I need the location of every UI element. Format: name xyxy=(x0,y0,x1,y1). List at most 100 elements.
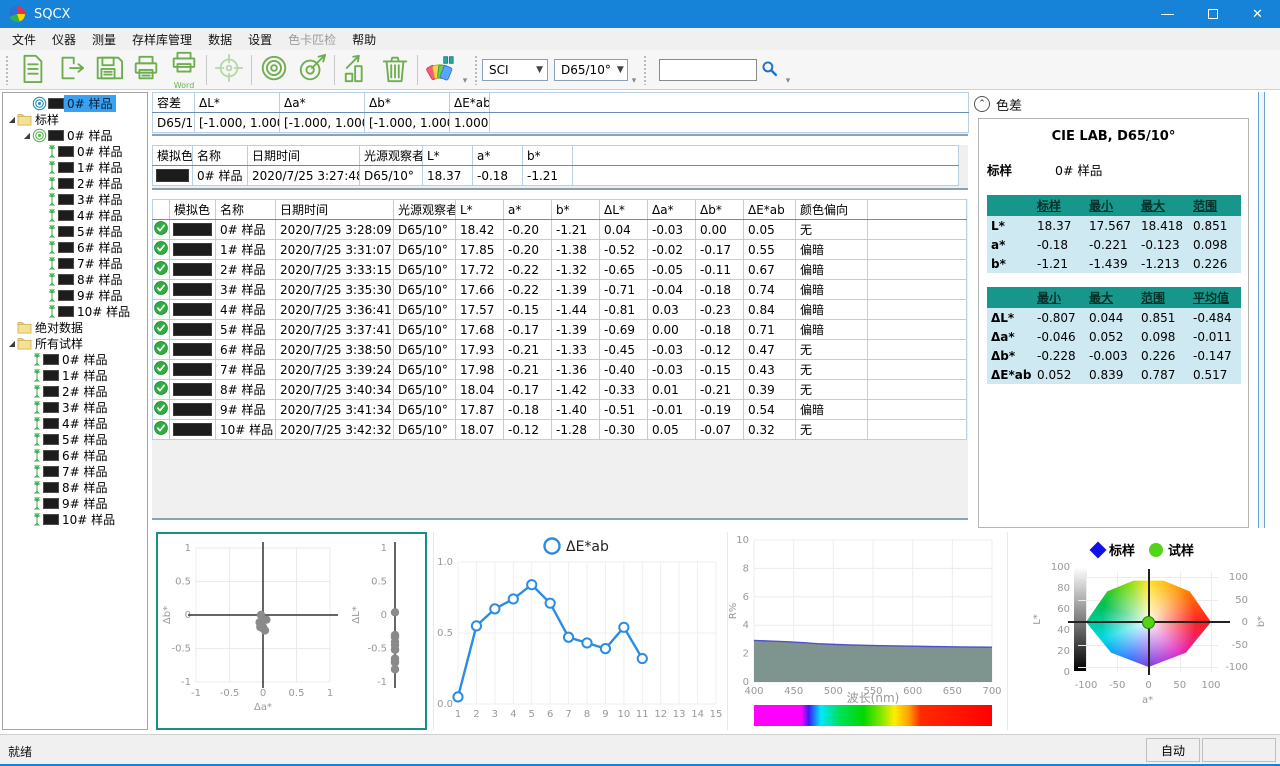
maximize-button[interactable] xyxy=(1190,0,1235,28)
tree-item-22-6# 样品[interactable]: 6# 样品 xyxy=(3,447,147,463)
column-header-blank[interactable] xyxy=(490,93,969,113)
menu-item-存样库管理[interactable]: 存样库管理 xyxy=(124,29,200,50)
table-row[interactable]: 0# 样品2020/7/25 3:28:09D65/10°18.42-0.20-… xyxy=(153,220,967,240)
table-row[interactable]: 7# 样品2020/7/25 3:39:24D65/10°17.98-0.21-… xyxy=(153,360,967,380)
close-button[interactable]: ✕ xyxy=(1235,0,1280,28)
toolbar-overflow-button[interactable]: ▾ xyxy=(782,76,794,86)
column-header-ΔL*[interactable]: ΔL* xyxy=(600,200,648,220)
table-row[interactable]: 8# 样品2020/7/25 3:40:34D65/10°18.04-0.17-… xyxy=(153,380,967,400)
column-header-ΔE*ab[interactable]: ΔE*ab xyxy=(744,200,796,220)
status-auto-cell[interactable]: 自动 xyxy=(1146,738,1200,762)
delta-e-chart-panel[interactable]: 1234567891011121314150.00.51.0ΔE*ab xyxy=(433,532,725,730)
tree-item-10-7# 样品[interactable]: 7# 样品 xyxy=(3,255,147,271)
column-header-Δb*[interactable]: Δb* xyxy=(696,200,744,220)
column-header-ΔE*ab[interactable]: ΔE*ab xyxy=(450,93,490,113)
menu-item-仪器[interactable]: 仪器 xyxy=(44,29,84,50)
table-row[interactable]: 5# 样品2020/7/25 3:37:41D65/10°17.68-0.17-… xyxy=(153,320,967,340)
measure-standard-button[interactable] xyxy=(255,51,293,89)
tree-item-25-9# 样品[interactable]: 9# 样品 xyxy=(3,495,147,511)
table-row[interactable]: D65/10°[-1.000, 1.000][-1.000, 1.000][-1… xyxy=(153,113,969,133)
tree-item-0-0# 样品[interactable]: 0# 样品 xyxy=(3,95,147,111)
column-header-Δb*[interactable]: Δb* xyxy=(365,93,450,113)
table-row[interactable]: 3# 样品2020/7/25 3:35:30D65/10°17.66-0.22-… xyxy=(153,280,967,300)
column-header-a*[interactable]: a* xyxy=(473,146,523,166)
minimize-button[interactable]: ― xyxy=(1145,0,1190,28)
toolbar-drag-handle[interactable] xyxy=(474,55,479,85)
tree-item-11-8# 样品[interactable]: 8# 样品 xyxy=(3,271,147,287)
column-header-模拟色[interactable]: 模拟色 xyxy=(170,200,216,220)
lab-gamut-chart-panel[interactable]: 标样试样100806040200L*-100-50050100a*100500-… xyxy=(1007,532,1278,730)
tree-item-14-绝对数据[interactable]: 绝对数据 xyxy=(3,319,147,335)
menu-item-测量[interactable]: 测量 xyxy=(84,29,124,50)
tree-expand-arrow[interactable]: ◢ xyxy=(22,131,32,140)
collapse-panel-button[interactable]: ⌃ xyxy=(974,96,990,112)
menu-item-帮助[interactable]: 帮助 xyxy=(344,29,384,50)
spectral-chart-panel[interactable]: 0246810400450500550600650700R%波长(nm) xyxy=(727,532,1005,730)
column-header-容差[interactable]: 容差 xyxy=(153,93,195,113)
menu-item-色卡匹检[interactable]: 色卡匹检 xyxy=(280,29,344,50)
column-header-blank[interactable] xyxy=(868,200,967,220)
menu-item-数据[interactable]: 数据 xyxy=(200,29,240,50)
tree-item-5-2# 样品[interactable]: 2# 样品 xyxy=(3,175,147,191)
column-header-颜色偏向[interactable]: 颜色偏向 xyxy=(796,200,868,220)
delta-ab-chart-panel[interactable]: -1-1-0.5-0.5000.50.511Δb*Δa*-1-0.500.51Δ… xyxy=(156,532,427,730)
menu-item-设置[interactable]: 设置 xyxy=(240,29,280,50)
tree-item-16-0# 样品[interactable]: 0# 样品 xyxy=(3,351,147,367)
tree-item-7-4# 样品[interactable]: 4# 样品 xyxy=(3,207,147,223)
table-row[interactable]: 1# 样品2020/7/25 3:31:07D65/10°17.85-0.20-… xyxy=(153,240,967,260)
toolbar-overflow-button[interactable]: ▾ xyxy=(628,76,640,86)
statistics-button[interactable] xyxy=(338,51,376,89)
new-document-button[interactable] xyxy=(13,51,51,89)
color-card-match-button[interactable] xyxy=(421,51,459,89)
print-word-button[interactable]: Word xyxy=(165,51,203,89)
tree-item-8-5# 样品[interactable]: 5# 样品 xyxy=(3,223,147,239)
column-header-Δa*[interactable]: Δa* xyxy=(648,200,696,220)
toolbar-drag-handle[interactable] xyxy=(5,55,10,85)
table-row[interactable]: 4# 样品2020/7/25 3:36:41D65/10°17.57-0.15-… xyxy=(153,300,967,320)
delete-button[interactable] xyxy=(376,51,414,89)
column-header-L*[interactable]: L* xyxy=(456,200,504,220)
search-icon[interactable] xyxy=(761,60,778,80)
tree-expand-arrow[interactable]: ◢ xyxy=(7,339,17,348)
tree-item-17-1# 样品[interactable]: 1# 样品 xyxy=(3,367,147,383)
table-row[interactable]: 2# 样品2020/7/25 3:33:15D65/10°17.72-0.22-… xyxy=(153,260,967,280)
tree-item-18-2# 样品[interactable]: 2# 样品 xyxy=(3,383,147,399)
table-row[interactable]: 6# 样品2020/7/25 3:38:50D65/10°17.93-0.21-… xyxy=(153,340,967,360)
tree-item-24-8# 样品[interactable]: 8# 样品 xyxy=(3,479,147,495)
tree-item-6-3# 样品[interactable]: 3# 样品 xyxy=(3,191,147,207)
tree-item-26-10# 样品[interactable]: 10# 样品 xyxy=(3,511,147,527)
tree-item-9-6# 样品[interactable]: 6# 样品 xyxy=(3,239,147,255)
measure-sample-button[interactable] xyxy=(293,51,331,89)
tree-item-15-所有试样[interactable]: ◢所有试样 xyxy=(3,335,147,351)
tree-item-19-3# 样品[interactable]: 3# 样品 xyxy=(3,399,147,415)
column-header-ΔL*[interactable]: ΔL* xyxy=(195,93,280,113)
column-header-b*[interactable]: b* xyxy=(552,200,600,220)
column-header-blank[interactable] xyxy=(153,200,170,220)
tree-item-3-0# 样品[interactable]: 0# 样品 xyxy=(3,143,147,159)
panel-splitter[interactable] xyxy=(1258,92,1265,528)
tree-item-2-0# 样品[interactable]: ◢0# 样品 xyxy=(3,127,147,143)
column-header-名称[interactable]: 名称 xyxy=(216,200,276,220)
toolbar-overflow-button[interactable]: ▾ xyxy=(459,76,471,86)
save-button[interactable] xyxy=(89,51,127,89)
tree-item-23-7# 样品[interactable]: 7# 样品 xyxy=(3,463,147,479)
tree-item-1-标样[interactable]: ◢标样 xyxy=(3,111,147,127)
export-button[interactable] xyxy=(51,51,89,89)
illuminant-select[interactable]: D65/10°▼ xyxy=(554,59,628,81)
column-header-光源观察者[interactable]: 光源观察者 xyxy=(360,146,423,166)
column-header-blank[interactable] xyxy=(573,146,959,166)
column-header-光源观察者[interactable]: 光源观察者 xyxy=(394,200,456,220)
column-header-Δa*[interactable]: Δa* xyxy=(280,93,365,113)
column-header-名称[interactable]: 名称 xyxy=(193,146,248,166)
search-input[interactable] xyxy=(659,59,757,81)
column-header-a*[interactable]: a* xyxy=(504,200,552,220)
column-header-模拟色[interactable]: 模拟色 xyxy=(153,146,193,166)
table-row[interactable]: 10# 样品2020/7/25 3:42:32D65/10°18.07-0.12… xyxy=(153,420,967,440)
tree-item-12-9# 样品[interactable]: 9# 样品 xyxy=(3,287,147,303)
tree-item-21-5# 样品[interactable]: 5# 样品 xyxy=(3,431,147,447)
table-row[interactable]: 0# 样品2020/7/25 3:27:48D65/10°18.37-0.18-… xyxy=(153,166,959,186)
table-row[interactable]: 9# 样品2020/7/25 3:41:34D65/10°17.87-0.18-… xyxy=(153,400,967,420)
tree-item-20-4# 样品[interactable]: 4# 样品 xyxy=(3,415,147,431)
print-button[interactable] xyxy=(127,51,165,89)
toolbar-drag-handle[interactable] xyxy=(643,55,648,85)
